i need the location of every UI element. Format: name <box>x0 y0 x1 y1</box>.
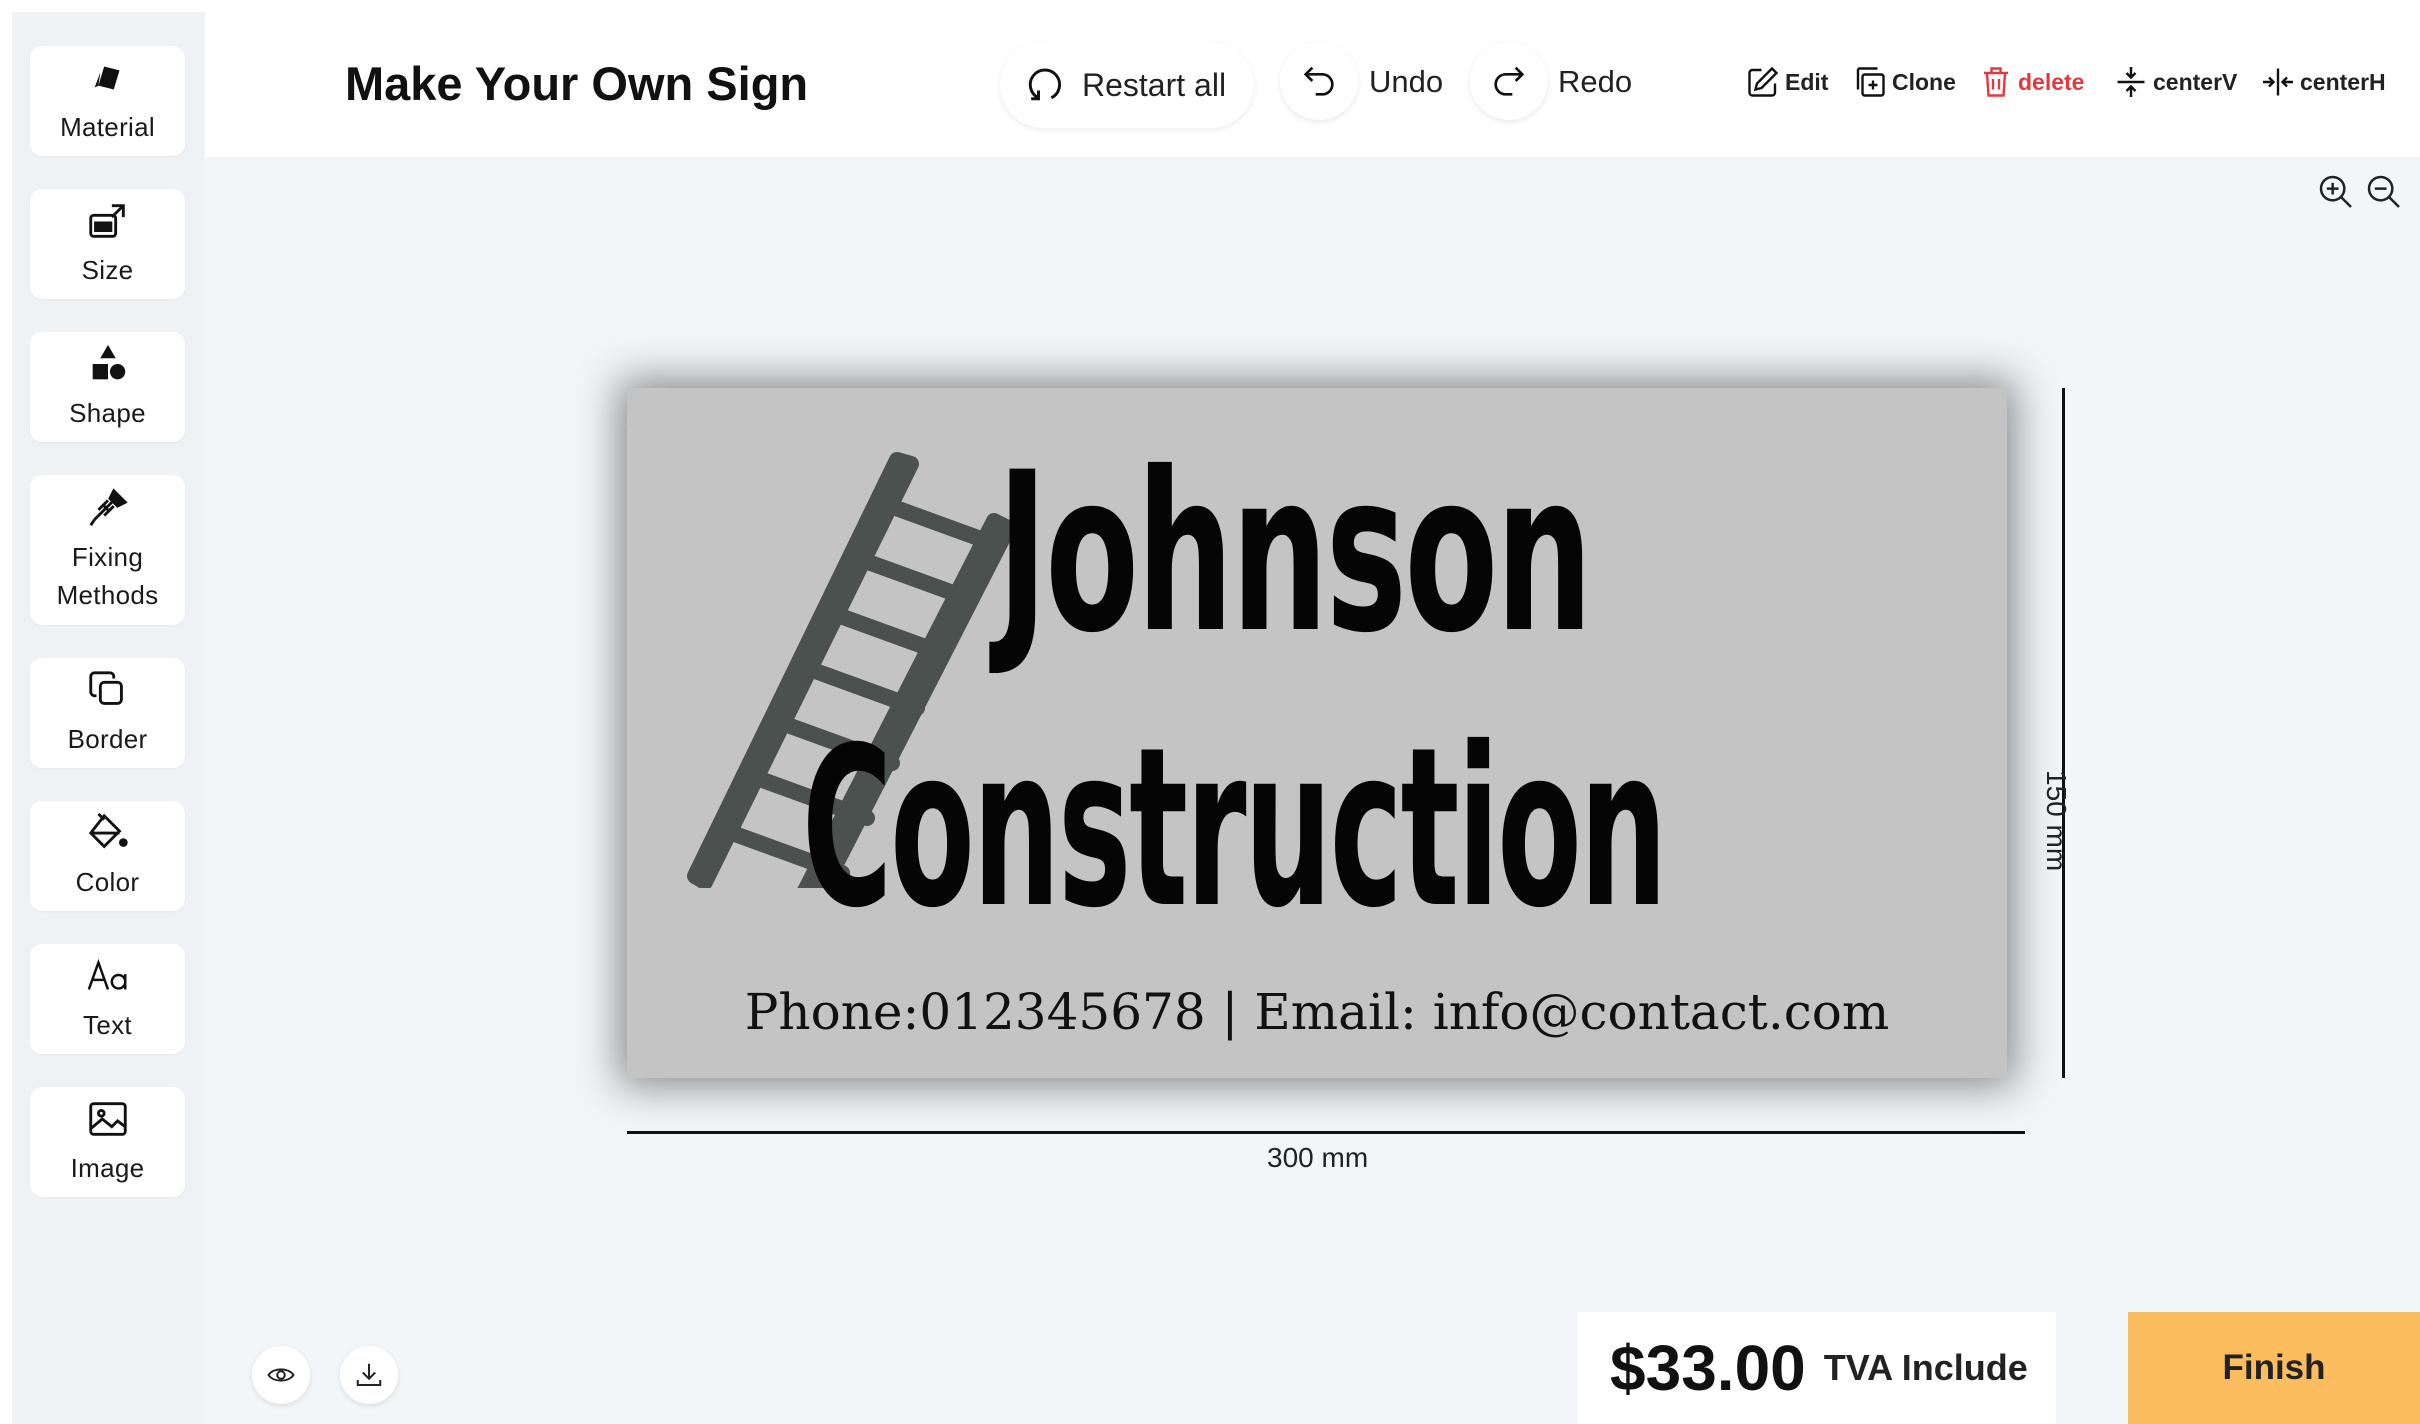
sidebar: Material Size Shape Fixing Methods Borde… <box>12 12 205 1424</box>
clone-button[interactable]: Clone <box>1852 64 1956 100</box>
delete-label: delete <box>2018 68 2085 95</box>
restart-icon <box>1028 68 1062 101</box>
sidebar-item-label: Text <box>83 1010 132 1041</box>
sign-contact-text[interactable]: Phone:012345678 | Email: info@contact.co… <box>627 983 2007 1041</box>
center-horizontal-label: centerH <box>2300 68 2386 95</box>
restart-all-label: Restart all <box>1082 66 1227 103</box>
redo-icon <box>1494 66 1525 96</box>
text-icon <box>87 959 126 990</box>
edit-icon <box>1748 66 1779 97</box>
edit-label: Edit <box>1785 68 1829 95</box>
redo-button[interactable] <box>1470 42 1548 120</box>
clone-label: Clone <box>1892 68 1956 95</box>
width-dimension-label: 300 mm <box>1267 1142 1369 1173</box>
preview-button[interactable] <box>252 1346 310 1404</box>
delete-button[interactable]: delete <box>1978 64 2084 100</box>
sidebar-item-label: Color <box>75 867 140 898</box>
center-horizontal-icon <box>2263 68 2293 96</box>
zoom-out-icon[interactable] <box>2364 172 2404 212</box>
undo-button[interactable] <box>1280 42 1358 120</box>
width-dimension-line <box>627 1131 2025 1134</box>
sidebar-item-material[interactable]: Material <box>30 46 185 156</box>
clone-icon <box>1856 67 1885 97</box>
zoom-in-icon[interactable] <box>2316 172 2356 212</box>
download-button[interactable] <box>340 1346 398 1404</box>
sign-title-line2[interactable]: Construction <box>802 718 1667 938</box>
border-icon <box>88 671 123 706</box>
sidebar-item-label: Material <box>60 112 155 143</box>
sign-title-line1[interactable]: Johnson <box>997 443 1593 663</box>
image-icon <box>88 1102 127 1136</box>
sidebar-item-shape[interactable]: Shape <box>30 332 185 442</box>
sidebar-item-color[interactable]: Color <box>30 801 185 911</box>
finish-button[interactable]: Finish <box>2128 1312 2420 1424</box>
top-toolbar: Make Your Own Sign Restart all Undo Redo… <box>205 0 2420 157</box>
screw-icon <box>89 488 128 527</box>
material-icon <box>94 66 119 90</box>
center-vertical-label: centerV <box>2153 68 2238 95</box>
sidebar-item-label: Fixing Methods <box>56 542 159 610</box>
height-dimension-label: 150 mm <box>2041 770 2072 872</box>
price-value: $33.00 <box>1610 1332 1806 1404</box>
center-vertical-icon <box>2117 67 2145 97</box>
sidebar-item-label: Shape <box>69 398 146 429</box>
sidebar-item-label: Image <box>70 1153 145 1184</box>
eye-icon <box>267 1368 295 1382</box>
redo-label[interactable]: Redo <box>1558 64 1632 100</box>
restart-all-button[interactable]: Restart all <box>1000 42 1254 128</box>
trash-icon <box>1984 67 2008 97</box>
undo-icon <box>1303 66 1334 96</box>
sidebar-item-size[interactable]: Size <box>30 189 185 299</box>
tax-label: TVA Include <box>1823 1347 2028 1388</box>
sidebar-item-text[interactable]: Text <box>30 944 185 1054</box>
sidebar-item-border[interactable]: Border <box>30 658 185 768</box>
footer-bar <box>205 1312 2420 1424</box>
height-dimension-line <box>2062 388 2065 1078</box>
sidebar-item-fixing-methods[interactable]: Fixing Methods <box>30 475 185 625</box>
edit-button[interactable]: Edit <box>1745 64 1828 100</box>
shape-icon <box>92 344 125 380</box>
page-title: Make Your Own Sign <box>345 57 809 110</box>
paint-bucket-icon <box>88 812 128 849</box>
center-horizontal-button[interactable]: centerH <box>2260 64 2386 100</box>
sign-preview[interactable]: Johnson Construction Phone:012345678 | E… <box>627 388 2007 1078</box>
sidebar-item-label: Border <box>67 724 148 755</box>
center-vertical-button[interactable]: centerV <box>2113 64 2237 100</box>
download-icon <box>356 1363 382 1386</box>
undo-label[interactable]: Undo <box>1369 64 1443 100</box>
price-summary: $33.00 TVA Include <box>1578 1312 2056 1424</box>
sidebar-item-label: Size <box>81 255 134 286</box>
size-icon <box>88 204 125 238</box>
sidebar-item-image[interactable]: Image <box>30 1087 185 1197</box>
